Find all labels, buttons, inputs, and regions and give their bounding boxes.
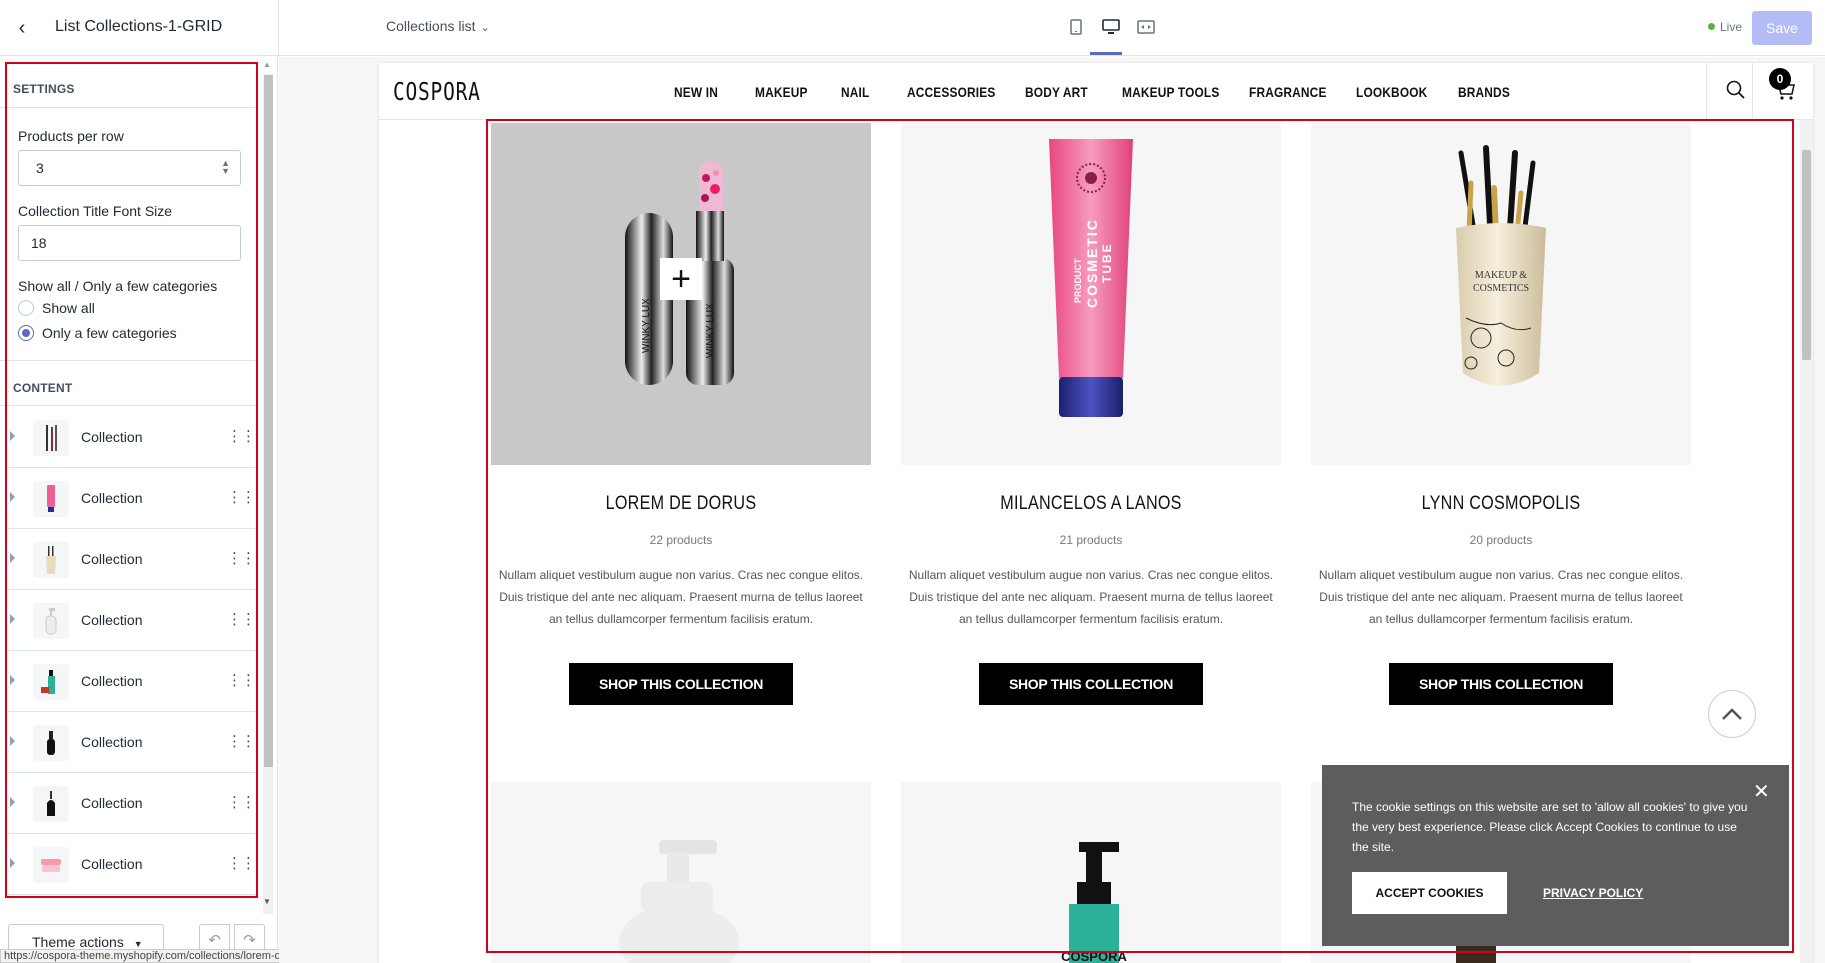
collection-title[interactable]: LYNN COSMOPOLIS [1340, 493, 1663, 515]
preview-scroll-thumb[interactable] [1802, 150, 1811, 360]
tube-text-cosmetic: COSMETIC [1084, 218, 1100, 308]
accept-cookies-button[interactable]: ACCEPT COOKIES [1352, 872, 1507, 914]
nav-divider [1706, 63, 1707, 120]
collection-count: 21 products [1059, 533, 1123, 547]
scroll-to-top-button[interactable] [1708, 690, 1756, 738]
collection-image-pump[interactable] [491, 782, 871, 963]
device-switcher [1065, 16, 1157, 38]
store-header: COSPORA NEW IN MAKEUP NAIL ACCESSORIES B… [379, 63, 1813, 120]
vase-text-makeup: MAKEUP & [1475, 270, 1527, 281]
collection-image-teal[interactable]: COSPORA [901, 782, 1281, 963]
store-menu: NEW IN MAKEUP NAIL ACCESSORIES BODY ART … [674, 84, 1519, 100]
cookie-message: The cookie settings on this website are … [1352, 800, 1748, 854]
bottle-brand-text: COSPORA [1061, 949, 1127, 963]
editor-topbar: ‹ List Collections-1-GRID Collections li… [0, 0, 1825, 56]
collection-title[interactable]: LOREM DE DORUS [520, 493, 843, 515]
live-label: Live [1720, 20, 1743, 34]
fullscreen-view-icon[interactable] [1135, 16, 1157, 38]
theme-actions-label: Theme actions [32, 934, 124, 950]
status-bar-url: https://cospora-theme.myshopify.com/coll… [0, 949, 323, 963]
menu-item-makeup[interactable]: MAKEUP [755, 84, 828, 100]
tube-text-tube: TUBE [1100, 242, 1114, 283]
brush-vase-illustration: MAKEUP & COSMETICS [1456, 145, 1546, 386]
collection-description: Nullam aliquet vestibulum augue non vari… [908, 568, 1274, 626]
pump-bottle-illustration [619, 840, 739, 963]
menu-item-fragrance[interactable]: FRAGRANCE [1249, 84, 1340, 100]
menu-item-nail[interactable]: NAIL [841, 84, 897, 100]
menu-item-body-art[interactable]: BODY ART [1025, 84, 1107, 100]
collection-card: PRODUCT COSMETIC TUBE MILANCELOS A LANOS… [901, 123, 1281, 705]
menu-item-accessories[interactable]: ACCESSORIES [907, 84, 1007, 100]
annotation-box-left [5, 62, 258, 898]
collection-card: WINKY LUX WINKY LUX + LOREM DE DORUS 22 … [491, 123, 871, 705]
chevron-down-icon: ⌄ [480, 22, 490, 34]
back-arrow-icon[interactable]: ‹ [10, 16, 34, 40]
menu-item-brands[interactable]: BRANDS [1458, 84, 1510, 100]
menu-item-new-in[interactable]: NEW IN [674, 84, 743, 100]
sidebar-scroll-thumb[interactable] [264, 75, 273, 767]
menu-item-makeup-tools[interactable]: MAKEUP TOOLS [1122, 84, 1230, 100]
active-device-indicator [1090, 52, 1122, 55]
collection-description: Nullam aliquet vestibulum augue non vari… [1318, 568, 1684, 626]
search-icon[interactable] [1725, 79, 1749, 103]
collection-count: 22 products [649, 533, 713, 547]
plus-icon[interactable]: + [660, 258, 702, 300]
template-select-label: Collections list [386, 18, 476, 34]
teal-bottle-illustration: COSPORA [1061, 842, 1127, 963]
cookie-banner: ✕ The cookie settings on this website ar… [1322, 765, 1789, 946]
vase-text-cosmetics: COSMETICS [1473, 283, 1529, 294]
collection-image-lipstick[interactable]: WINKY LUX WINKY LUX + [491, 123, 871, 465]
chevron-up-icon [1722, 708, 1742, 720]
mobile-view-icon[interactable] [1065, 16, 1087, 38]
lipstick-brand-text: WINKY LUX [705, 303, 716, 358]
lipstick-brand-text: WINKY LUX [641, 298, 652, 353]
collection-image-tube[interactable]: PRODUCT COSMETIC TUBE [901, 123, 1281, 465]
collection-image-brush-vase[interactable]: MAKEUP & COSMETICS [1311, 123, 1691, 465]
nav-divider [1752, 63, 1753, 120]
desktop-view-icon[interactable] [1100, 16, 1122, 38]
live-dot-icon [1708, 23, 1715, 30]
shop-collection-button[interactable]: SHOP THIS COLLECTION [569, 663, 793, 705]
tube-text-product: PRODUCT [1073, 258, 1083, 303]
privacy-policy-link[interactable]: PRIVACY POLICY [1543, 886, 1643, 900]
scroll-down-icon[interactable]: ▼ [263, 897, 271, 906]
shop-collection-button[interactable]: SHOP THIS COLLECTION [979, 663, 1203, 705]
save-button[interactable]: Save [1752, 11, 1812, 45]
menu-item-lookbook[interactable]: LOOKBOOK [1356, 84, 1443, 100]
collection-count: 20 products [1469, 533, 1533, 547]
caret-down-icon: ▼ [133, 939, 143, 949]
collection-card: MAKEUP & COSMETICS LYNN COSMOPOLIS 20 pr… [1311, 123, 1691, 705]
store-logo[interactable]: COSPORA [393, 77, 481, 106]
live-status: Live [1708, 20, 1742, 34]
section-title: List Collections-1-GRID [55, 18, 223, 35]
cosmetic-tube-illustration: PRODUCT COSMETIC TUBE [1049, 139, 1133, 417]
template-select[interactable]: Collections list ⌄ [386, 18, 490, 34]
collection-description: Nullam aliquet vestibulum augue non vari… [498, 568, 864, 626]
close-icon[interactable]: ✕ [1753, 779, 1770, 804]
shop-collection-button[interactable]: SHOP THIS COLLECTION [1389, 663, 1613, 705]
settings-sidebar: ▲ ▼ SETTINGS Products per row 3 ▲ ▼ Colle… [0, 57, 278, 963]
topbar-divider [278, 0, 279, 56]
scroll-up-icon[interactable]: ▲ [263, 60, 271, 69]
cart-count-badge: 0 [1769, 68, 1791, 90]
collection-title[interactable]: MILANCELOS A LANOS [930, 493, 1253, 515]
